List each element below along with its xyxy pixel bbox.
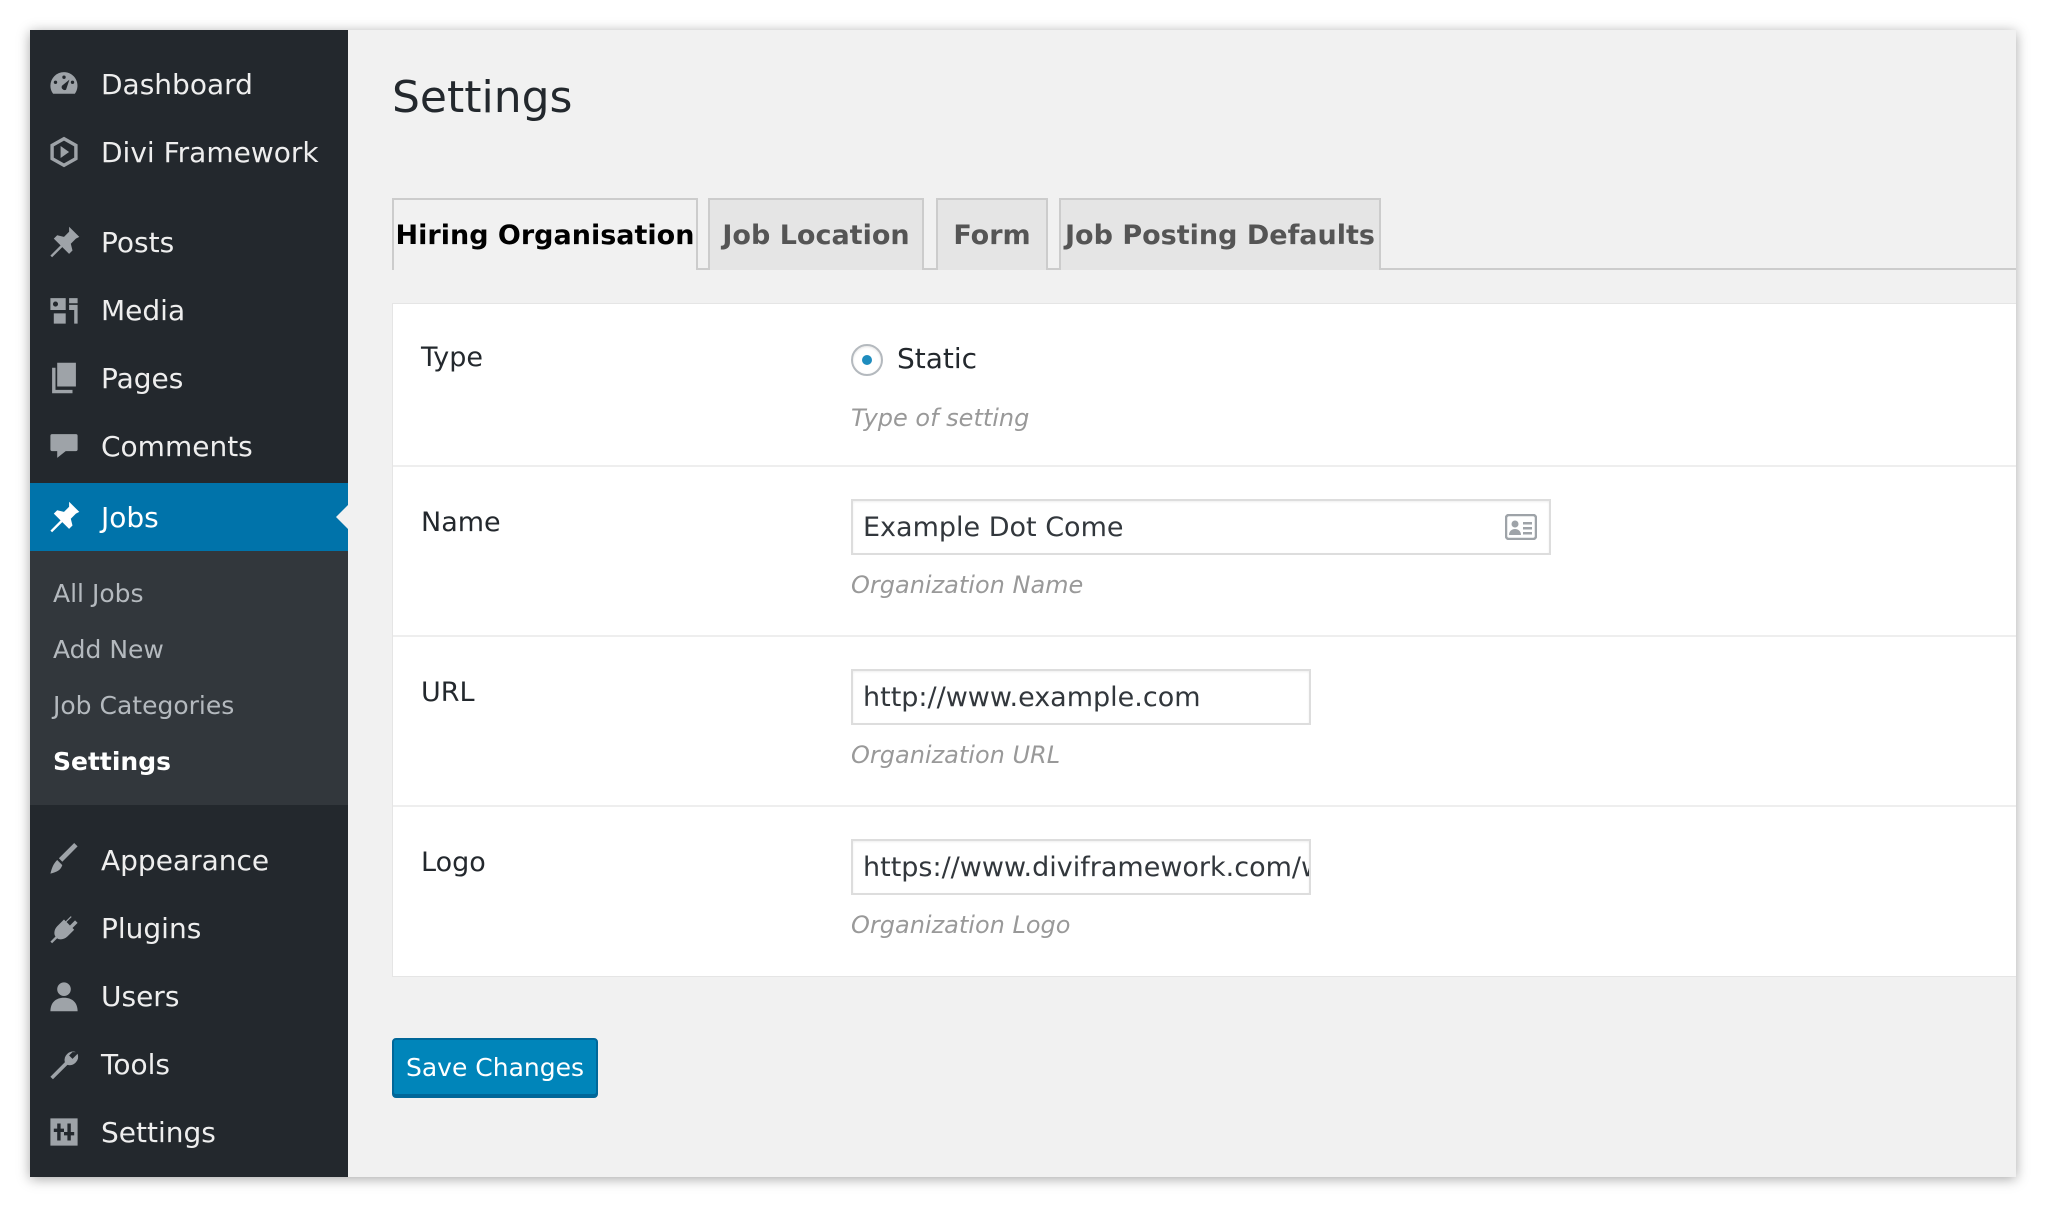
sliders-icon	[46, 1114, 82, 1150]
sidebar-item-posts[interactable]: Posts	[30, 208, 348, 276]
sidebar-item-label: Media	[101, 293, 186, 327]
sidebar-item-settings[interactable]: Settings	[30, 1098, 348, 1166]
sidebar-item-label: Pages	[101, 361, 184, 395]
admin-sidebar: Dashboard Divi Framework Posts Media Pag	[30, 30, 348, 1177]
plug-icon	[46, 910, 82, 946]
sidebar-item-jobs[interactable]: Jobs	[30, 483, 348, 551]
submenu-item-all-jobs[interactable]: All Jobs	[53, 579, 144, 608]
sidebar-item-users[interactable]: Users	[30, 962, 348, 1030]
submenu-item-settings[interactable]: Settings	[53, 747, 171, 776]
sidebar-item-label: Jobs	[101, 500, 159, 534]
sidebar-item-tools[interactable]: Tools	[30, 1030, 348, 1098]
logo-input[interactable]: https://www.diviframework.com/w	[851, 839, 1311, 895]
save-changes-button[interactable]: Save Changes	[392, 1038, 598, 1096]
logo-description: Organization Logo	[851, 911, 1071, 939]
contact-card-icon[interactable]	[1505, 514, 1537, 540]
sidebar-item-dashboard[interactable]: Dashboard	[30, 50, 348, 118]
sidebar-item-pages[interactable]: Pages	[30, 344, 348, 412]
sidebar-item-appearance[interactable]: Appearance	[30, 826, 348, 894]
divi-icon	[46, 134, 82, 170]
tab-hiring-organisation[interactable]: Hiring Organisation	[392, 198, 698, 270]
wrench-icon	[46, 1046, 82, 1082]
main-content: Settings Hiring Organisation Job Locatio…	[348, 30, 2016, 1177]
sidebar-item-label: Appearance	[101, 843, 270, 877]
comment-icon	[46, 428, 82, 464]
pin-icon	[46, 224, 82, 260]
logo-label: Logo	[421, 847, 486, 878]
name-row: Name Example Dot Come Organization Name	[393, 467, 2016, 637]
pin-icon	[46, 499, 82, 535]
type-row: Type Static Type of setting	[393, 304, 2016, 467]
sidebar-item-label: Comments	[101, 429, 253, 463]
sidebar-item-label: Posts	[101, 225, 175, 259]
sidebar-item-label: Dashboard	[101, 67, 253, 101]
static-radio[interactable]	[851, 344, 883, 376]
logo-row: Logo https://www.diviframework.com/w Org…	[393, 807, 2016, 977]
app-window: Dashboard Divi Framework Posts Media Pag	[30, 30, 2016, 1177]
brush-icon	[46, 842, 82, 878]
url-input[interactable]: http://www.example.com	[851, 669, 1311, 725]
submenu-item-add-new[interactable]: Add New	[53, 635, 164, 664]
name-label: Name	[421, 507, 501, 538]
user-icon	[46, 978, 82, 1014]
name-input-value: Example Dot Come	[863, 511, 1124, 543]
url-description: Organization URL	[851, 741, 1061, 769]
type-description: Type of setting	[851, 404, 1030, 432]
sidebar-item-label: Settings	[101, 1115, 216, 1149]
sidebar-item-label: Plugins	[101, 911, 202, 945]
url-input-value: http://www.example.com	[863, 681, 1201, 713]
sidebar-item-label: Tools	[101, 1047, 170, 1081]
sidebar-item-plugins[interactable]: Plugins	[30, 894, 348, 962]
dashboard-icon	[46, 66, 82, 102]
url-label: URL	[421, 677, 475, 708]
static-radio-label[interactable]: Static	[897, 342, 977, 375]
tab-job-location[interactable]: Job Location	[708, 198, 924, 270]
sidebar-item-label: Users	[101, 979, 180, 1013]
logo-input-value: https://www.diviframework.com/w	[863, 851, 1311, 883]
name-input[interactable]: Example Dot Come	[851, 499, 1551, 555]
tab-job-posting-defaults[interactable]: Job Posting Defaults	[1059, 198, 1381, 270]
submenu-item-job-categories[interactable]: Job Categories	[53, 691, 234, 720]
name-description: Organization Name	[851, 571, 1084, 599]
url-row: URL http://www.example.com Organization …	[393, 637, 2016, 807]
settings-panel: Type Static Type of setting Name Example…	[392, 303, 2016, 977]
sidebar-item-label: Divi Framework	[101, 135, 319, 169]
sidebar-item-comments[interactable]: Comments	[30, 412, 348, 480]
type-label: Type	[421, 342, 484, 373]
pages-icon	[46, 360, 82, 396]
sidebar-item-media[interactable]: Media	[30, 276, 348, 344]
jobs-submenu: All Jobs Add New Job Categories Settings	[30, 551, 348, 805]
sidebar-item-divi-framework[interactable]: Divi Framework	[30, 118, 348, 186]
page-title: Settings	[392, 72, 573, 123]
media-icon	[46, 292, 82, 328]
tab-form[interactable]: Form	[936, 198, 1048, 270]
